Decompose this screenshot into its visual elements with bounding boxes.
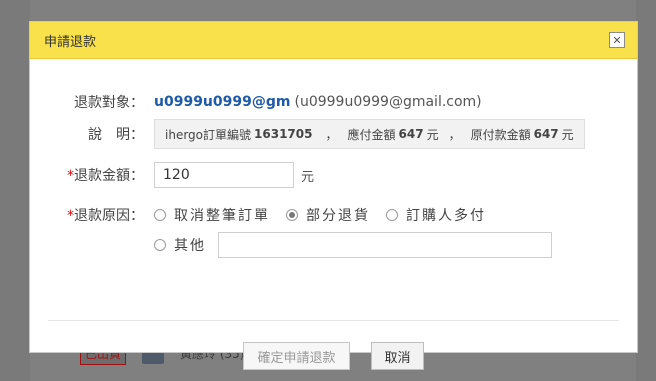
- other-reason-input[interactable]: [218, 232, 552, 258]
- desc-original: 647: [533, 127, 559, 141]
- desc-original-label: 原付款金額: [470, 127, 531, 142]
- description-box: ihergo訂單編號 1631705 ， 應付金額 647 元 ， 原付款金額 …: [154, 119, 585, 149]
- reason-option-cancel-order[interactable]: 取消整筆訂單: [154, 205, 270, 225]
- target-label: 退款對象：: [74, 95, 144, 111]
- radio-icon[interactable]: [386, 209, 398, 221]
- amount-unit: 元: [301, 169, 315, 185]
- refund-amount-input[interactable]: [154, 162, 294, 188]
- target-row: 退款對象： u0999u0999@gm (u0999u0999@gmail.co…: [30, 92, 482, 112]
- radio-icon[interactable]: [154, 239, 166, 251]
- dialog-titlebar: 申請退款 ✕: [30, 22, 637, 59]
- desc-order-no: 1631705: [254, 127, 313, 141]
- target-user-link[interactable]: u0999u0999@gm: [154, 94, 290, 110]
- reason-option-partial-return[interactable]: 部分退貨: [286, 205, 370, 225]
- amount-label: *退款金額：: [67, 168, 144, 184]
- desc-prefix: ihergo訂單編號: [165, 127, 252, 142]
- radio-icon[interactable]: [154, 209, 166, 221]
- dialog-title: 申請退款: [44, 34, 97, 50]
- radio-checked-icon[interactable]: [286, 209, 298, 221]
- desc-payable-label: 應付金額: [347, 127, 396, 142]
- reason-radio-group: 取消整筆訂單 部分退貨 訂購人多付: [154, 205, 502, 225]
- refund-dialog: 申請退款 ✕ 退款對象： u0999u0999@gm (u0999u0999@g…: [29, 21, 638, 370]
- desc-unit2: 元: [561, 127, 574, 142]
- close-icon[interactable]: ✕: [609, 32, 625, 48]
- reason-row: *退款原因： 取消整筆訂單 部分退貨 訂購人多付: [30, 205, 502, 225]
- desc-payable: 647: [398, 127, 424, 141]
- reason-option-overpaid[interactable]: 訂購人多付: [386, 205, 486, 225]
- cancel-button[interactable]: 取消: [371, 342, 424, 370]
- reason-option-other[interactable]: 其他: [154, 235, 206, 255]
- divider: [48, 320, 619, 321]
- amount-row: *退款金額： 元: [30, 162, 314, 188]
- desc-sep2: ，: [448, 127, 461, 142]
- confirm-refund-button[interactable]: 確定申請退款: [243, 342, 350, 370]
- reason-other-row: 其他: [30, 232, 552, 258]
- description-row: 說 明： ihergo訂單編號 1631705 ， 應付金額 647 元 ， 原…: [30, 119, 585, 149]
- reason-label: *退款原因：: [67, 208, 144, 224]
- description-label: 說 明：: [88, 127, 144, 143]
- desc-unit1: 元: [426, 127, 439, 142]
- desc-sep1: ，: [325, 127, 338, 142]
- target-email: (u0999u0999@gmail.com): [294, 94, 482, 110]
